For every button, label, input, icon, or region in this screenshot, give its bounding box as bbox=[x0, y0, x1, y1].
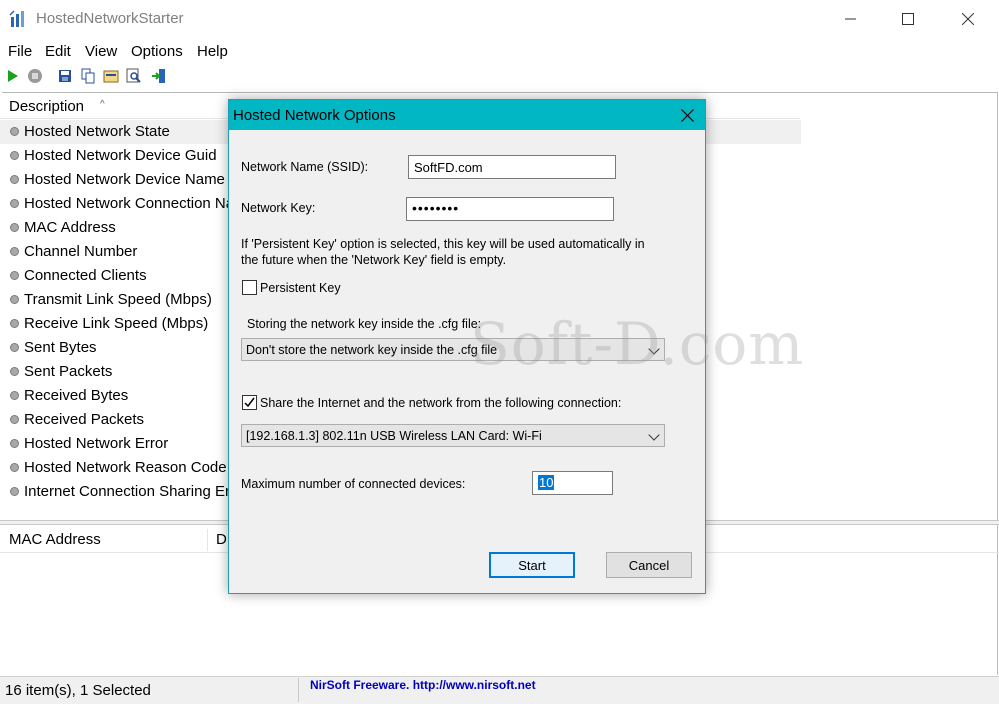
item-bullet-icon bbox=[10, 415, 19, 424]
share-internet-label[interactable]: Share the Internet and the network from … bbox=[260, 396, 621, 410]
menu-options[interactable]: Options bbox=[131, 43, 183, 60]
list-item-label: Hosted Network Device Name bbox=[24, 171, 225, 188]
menu-help[interactable]: Help bbox=[197, 43, 228, 60]
list-item-label: Hosted Network Error bbox=[24, 435, 169, 452]
dialog-close-button[interactable] bbox=[670, 100, 704, 130]
column-device[interactable]: D bbox=[216, 531, 227, 548]
copy-icon bbox=[81, 68, 95, 84]
status-separator bbox=[298, 678, 299, 702]
store-key-label: Storing the network key inside the .cfg … bbox=[247, 317, 482, 331]
list-item-label: Hosted Network State bbox=[24, 123, 170, 140]
item-bullet-icon bbox=[10, 343, 19, 352]
properties-button[interactable] bbox=[102, 67, 120, 85]
close-button[interactable] bbox=[945, 0, 991, 38]
connection-value: [192.168.1.3] 802.11n USB Wireless LAN C… bbox=[246, 429, 542, 443]
item-bullet-icon bbox=[10, 175, 19, 184]
item-bullet-icon bbox=[10, 487, 19, 496]
minimize-icon bbox=[845, 18, 856, 20]
persistent-key-label[interactable]: Persistent Key bbox=[260, 281, 341, 295]
properties-icon bbox=[103, 70, 119, 83]
item-bullet-icon bbox=[10, 199, 19, 208]
connection-dropdown[interactable]: [192.168.1.3] 802.11n USB Wireless LAN C… bbox=[241, 424, 665, 447]
max-devices-label: Maximum number of connected devices: bbox=[241, 477, 466, 491]
item-bullet-icon bbox=[10, 463, 19, 472]
store-key-value: Don't store the network key inside the .… bbox=[246, 343, 498, 357]
stop-icon bbox=[28, 69, 42, 83]
list-item-label: MAC Address bbox=[24, 219, 116, 236]
menu-file[interactable]: File bbox=[8, 43, 32, 60]
start-button-dialog[interactable]: Start bbox=[489, 552, 575, 578]
chevron-down-icon bbox=[648, 429, 660, 441]
status-item-count: 16 item(s), 1 Selected bbox=[5, 682, 151, 699]
column-description[interactable]: Description bbox=[9, 98, 84, 115]
share-internet-checkbox[interactable] bbox=[242, 395, 257, 410]
save-button[interactable] bbox=[56, 67, 74, 85]
checkmark-icon bbox=[244, 397, 255, 408]
list-item-label: Transmit Link Speed (Mbps) bbox=[24, 291, 212, 308]
item-bullet-icon bbox=[10, 439, 19, 448]
list-item-label: Received Bytes bbox=[24, 387, 129, 404]
maximize-icon bbox=[902, 13, 914, 25]
save-icon bbox=[59, 70, 71, 82]
item-bullet-icon bbox=[10, 223, 19, 232]
list-item-label: Hosted Network Connection Na bbox=[24, 195, 235, 212]
ssid-input[interactable] bbox=[408, 155, 616, 179]
menu-view[interactable]: View bbox=[85, 43, 117, 60]
max-devices-value: 10 bbox=[538, 475, 555, 490]
list-item-label: Internet Connection Sharing Err bbox=[24, 483, 235, 500]
sort-up-icon: ^ bbox=[100, 99, 105, 110]
stop-button[interactable] bbox=[26, 67, 44, 85]
network-key-label: Network Key: bbox=[241, 201, 316, 215]
item-bullet-icon bbox=[10, 391, 19, 400]
find-icon bbox=[126, 68, 141, 83]
column-mac-address[interactable]: MAC Address bbox=[9, 531, 101, 548]
max-devices-input[interactable]: 10 bbox=[532, 471, 613, 495]
ssid-label: Network Name (SSID): bbox=[241, 160, 369, 174]
item-bullet-icon bbox=[10, 247, 19, 256]
watermark: Soft-D.com bbox=[470, 310, 805, 378]
list-item-label: Connected Clients bbox=[24, 267, 147, 284]
copy-button[interactable] bbox=[79, 67, 97, 85]
dialog-title: Hosted Network Options bbox=[233, 107, 396, 124]
item-bullet-icon bbox=[10, 271, 19, 280]
window-title: HostedNetworkStarter bbox=[36, 10, 184, 27]
column-separator[interactable] bbox=[207, 529, 208, 551]
close-icon bbox=[962, 13, 974, 25]
list-item-label: Sent Packets bbox=[24, 363, 113, 380]
app-icon bbox=[8, 9, 28, 29]
item-bullet-icon bbox=[10, 295, 19, 304]
minimize-button[interactable] bbox=[828, 0, 874, 38]
item-bullet-icon bbox=[10, 319, 19, 328]
list-item-label: Sent Bytes bbox=[24, 339, 97, 356]
persistent-key-checkbox[interactable] bbox=[242, 280, 257, 295]
list-item-label: Hosted Network Reason Code bbox=[24, 459, 227, 476]
start-icon bbox=[8, 70, 18, 82]
find-button[interactable] bbox=[125, 67, 143, 85]
cancel-button[interactable]: Cancel bbox=[606, 552, 692, 578]
nirsoft-link[interactable]: NirSoft Freeware. http://www.nirsoft.net bbox=[310, 678, 536, 692]
network-key-input[interactable]: •••••••• bbox=[406, 197, 614, 221]
exit-icon bbox=[152, 69, 165, 83]
list-item-label: Hosted Network Device Guid bbox=[24, 147, 217, 164]
exit-button[interactable] bbox=[150, 67, 168, 85]
list-item-label: Received Packets bbox=[24, 411, 145, 428]
key-note-line1: If 'Persistent Key' option is selected, … bbox=[241, 237, 645, 251]
start-button[interactable] bbox=[4, 67, 22, 85]
key-note-line2: the future when the 'Network Key' field … bbox=[241, 253, 507, 267]
list-item-label: Receive Link Speed (Mbps) bbox=[24, 315, 209, 332]
item-bullet-icon bbox=[10, 127, 19, 136]
item-bullet-icon bbox=[10, 151, 19, 160]
menu-edit[interactable]: Edit bbox=[45, 43, 71, 60]
list-item-label: Channel Number bbox=[24, 243, 138, 260]
maximize-button[interactable] bbox=[885, 0, 931, 38]
item-bullet-icon bbox=[10, 367, 19, 376]
close-icon bbox=[680, 108, 694, 122]
